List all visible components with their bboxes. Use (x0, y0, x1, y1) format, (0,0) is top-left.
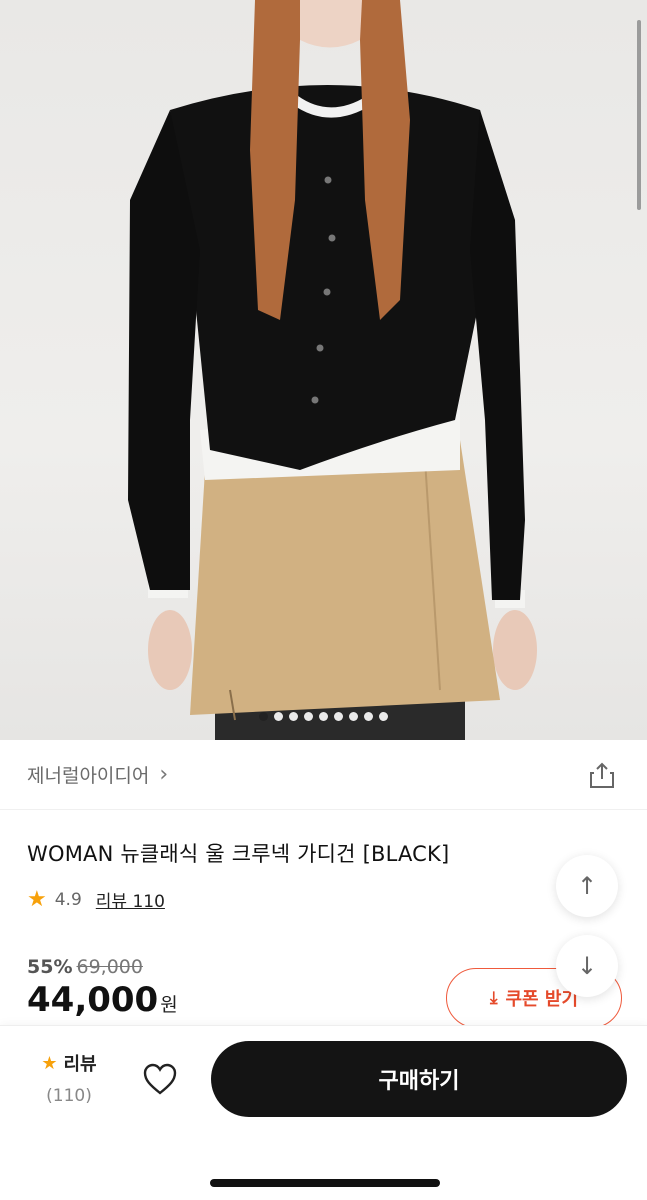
rating-score: 4.9 (54, 889, 82, 910)
bottom-action-bar: ★ 리뷰 (110) 구매하기 (0, 1025, 647, 1200)
discount-rate: 55% (27, 956, 73, 978)
product-photo (128, 0, 537, 740)
star-icon: ★ (41, 1052, 58, 1074)
review-count: (110) (46, 1086, 92, 1106)
gallery-dot[interactable] (364, 712, 373, 721)
review-link[interactable]: 리뷰 110 (96, 887, 165, 912)
brand-name: 제너럴아이디어 (27, 765, 150, 787)
scroll-up-button[interactable]: ↑ (556, 855, 618, 917)
rating-row: ★ 4.9 리뷰 110 (27, 887, 165, 912)
review-label: 리뷰 (63, 1054, 97, 1075)
brand-link[interactable]: 제너럴아이디어 › (27, 761, 168, 788)
product-title: WOMAN 뉴클래식 울 크루넥 가디건 [BLACK] (27, 842, 450, 866)
original-price: 69,000 (76, 956, 143, 978)
gallery-dot[interactable] (334, 712, 343, 721)
gallery-dot[interactable] (259, 712, 268, 721)
gallery-dot[interactable] (304, 712, 313, 721)
sale-price: 44,000 (27, 980, 159, 1020)
scroll-down-button[interactable]: ↓ (556, 935, 618, 997)
arrow-down-icon: ↓ (576, 952, 598, 980)
product-detail-page: 제너럴아이디어 › WOMAN 뉴클래식 울 크루넥 가디건 [BLACK] ★… (0, 0, 647, 1200)
currency-unit: 원 (160, 994, 178, 1016)
gallery-dot[interactable] (379, 712, 388, 721)
chevron-right-icon: › (159, 762, 169, 787)
gallery-dot[interactable] (319, 712, 328, 721)
buy-button[interactable]: 구매하기 (211, 1041, 627, 1117)
share-icon[interactable] (587, 760, 617, 790)
gallery-dot[interactable] (289, 712, 298, 721)
download-icon: ⤓ (489, 988, 498, 1008)
gallery-dot[interactable] (349, 712, 358, 721)
brand-row: 제너럴아이디어 › (0, 740, 647, 810)
gallery-pagination[interactable] (0, 712, 647, 721)
review-summary-button[interactable]: ★ 리뷰 (110) (34, 1050, 104, 1107)
star-icon: ★ (27, 887, 47, 912)
arrow-up-icon: ↑ (576, 872, 598, 900)
buy-label: 구매하기 (378, 1069, 460, 1094)
price-block: 55% 69,000 44,000 원 (27, 956, 178, 1020)
product-image-gallery[interactable] (0, 0, 647, 740)
home-indicator[interactable] (210, 1179, 440, 1187)
heart-icon[interactable] (142, 1062, 178, 1096)
gallery-dot[interactable] (274, 712, 283, 721)
page-scrollbar[interactable] (637, 20, 641, 210)
